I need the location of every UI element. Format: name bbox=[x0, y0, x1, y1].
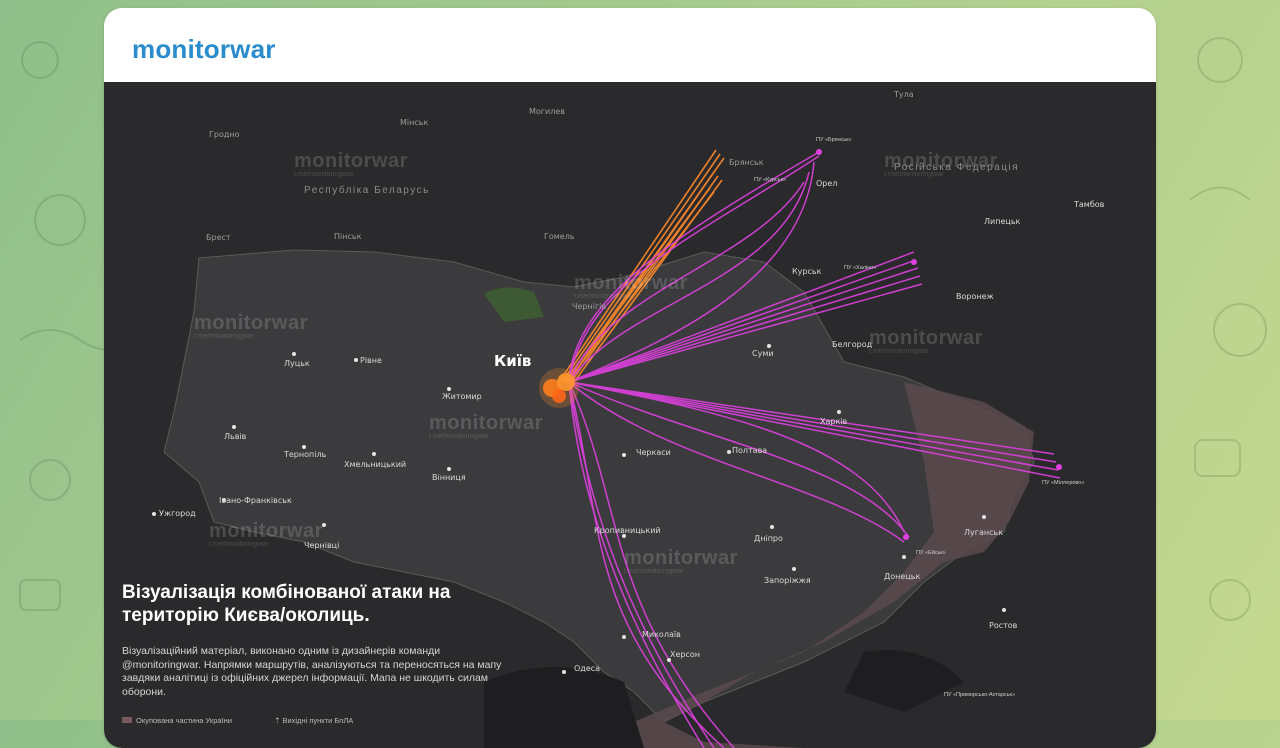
city-label: Липецьк bbox=[984, 217, 1021, 226]
city-label: Гродно bbox=[209, 130, 240, 139]
channel-name-link[interactable]: monitorwar bbox=[132, 34, 276, 65]
city-label: Орел bbox=[816, 179, 838, 188]
city-label: Рівне bbox=[360, 356, 382, 365]
city-label: Суми bbox=[752, 349, 774, 358]
route-label: ПУ «Курськ» bbox=[754, 177, 787, 183]
watermark: monitorwar t.me/monitoringwar bbox=[869, 327, 983, 355]
city-label: Львів bbox=[224, 432, 247, 441]
city-label: Житомир bbox=[442, 392, 482, 401]
legend-launch-icon: ⇡ bbox=[274, 716, 281, 725]
attack-map-image: monitorwar t.me/monitoringwar monitorwar t… bbox=[104, 82, 1156, 748]
city-label: Тула bbox=[894, 90, 914, 99]
city-label: Гомель bbox=[544, 232, 575, 241]
city-label: Дніпро bbox=[754, 534, 783, 543]
city-label: Харків bbox=[820, 417, 848, 426]
azov-sea bbox=[844, 650, 964, 712]
watermark: monitorwar t.me/monitoringwar bbox=[429, 412, 543, 440]
city-label: Курськ bbox=[792, 267, 822, 276]
city-label: Тамбов bbox=[1074, 200, 1105, 209]
infographic-title: Візуалізація комбінованої атаки на терит… bbox=[122, 582, 451, 626]
route-label: ПУ «Ейськ» bbox=[916, 550, 946, 556]
city-label: Луганськ bbox=[964, 528, 1004, 537]
legend-launch-label: Вихідні пункти БпЛА bbox=[282, 716, 354, 725]
city-label: Донецьк bbox=[884, 572, 921, 581]
watermark: monitorwar t.me/monitoringwar bbox=[294, 150, 408, 178]
city-label: Чернівці bbox=[304, 541, 340, 550]
city-label: Херсон bbox=[670, 650, 701, 659]
route-label: ПУ «Приморсько-Ахтарськ» bbox=[944, 692, 1016, 698]
city-label: Белгород bbox=[832, 340, 873, 349]
route-label: ПУ «Міллерово» bbox=[1042, 480, 1085, 486]
city-label: Мінськ bbox=[400, 118, 429, 127]
city-label: Черкаси bbox=[636, 448, 671, 457]
legend-occupied-label: Окупована частина України bbox=[136, 716, 232, 725]
region-label-russia: Російська Федерація bbox=[894, 162, 1020, 173]
city-label: Тернопіль bbox=[284, 450, 327, 459]
city-label: Одеса bbox=[574, 664, 601, 673]
city-label: Чернігів bbox=[572, 302, 607, 311]
city-label: Брест bbox=[206, 233, 231, 242]
city-label: Миколаїв bbox=[642, 630, 681, 639]
route-label: ПУ «Халіно» bbox=[844, 265, 877, 271]
region-label-belarus: Республіка Беларусь bbox=[304, 185, 430, 196]
legend-occupied-swatch bbox=[122, 717, 132, 723]
city-label: Івано-Франківськ bbox=[219, 496, 292, 505]
city-label: Ростов bbox=[989, 621, 1018, 630]
infographic-description: Візуалізаційний матеріал, виконано одним… bbox=[122, 645, 502, 698]
telegram-post-card: monitorwar monitorwar t.me/monitoringwar… bbox=[104, 8, 1156, 748]
city-label: Могилев bbox=[529, 107, 565, 116]
city-label: Запоріжжя bbox=[764, 576, 811, 585]
city-label: Брянськ bbox=[729, 158, 764, 167]
route-label: ПУ «Брянськ» bbox=[816, 137, 852, 143]
city-label: Луцьк bbox=[284, 359, 310, 368]
city-label: Хмельницький bbox=[344, 460, 407, 469]
explosion-markers bbox=[539, 368, 579, 408]
city-label: Вінниця bbox=[432, 473, 466, 482]
city-label: Київ bbox=[494, 352, 532, 370]
city-label: Кропивницький bbox=[594, 526, 661, 535]
map-legend: Окупована частина України ⇡ Вихідні пунк… bbox=[122, 716, 353, 725]
watermark: monitorwar t.me/monitoringwar bbox=[574, 272, 688, 300]
city-label: Воронеж bbox=[956, 292, 994, 301]
city-label: Пінськ bbox=[334, 232, 362, 241]
watermark: monitorwar t.me/monitoringwar bbox=[194, 312, 308, 340]
city-label: Полтава bbox=[732, 446, 768, 455]
watermark: monitorwar t.me/monitoringwar bbox=[624, 547, 738, 575]
city-label: Ужгород bbox=[159, 509, 196, 518]
